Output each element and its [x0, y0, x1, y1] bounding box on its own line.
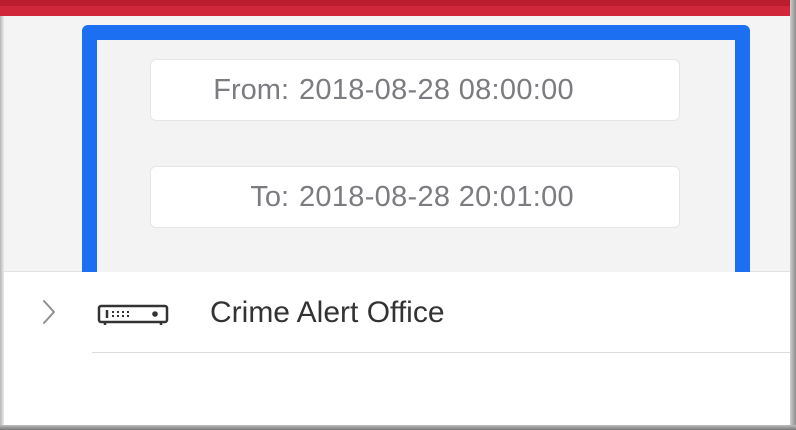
device-name[interactable]: Crime Alert Office [210, 294, 445, 332]
device-list-item[interactable]: Crime Alert Office [4, 272, 790, 352]
end-time-label: To: [250, 180, 289, 213]
start-time-field[interactable]: From: 2018-08-28 08:00:00 [150, 59, 680, 121]
chevron-right-icon[interactable] [42, 299, 56, 325]
right-edge-shadow [790, 0, 796, 430]
start-time-label: From: [213, 73, 289, 106]
row-divider [92, 352, 790, 353]
left-edge-shadow [0, 16, 4, 430]
time-range-highlight: From: 2018-08-28 08:00:00 To: 2018-08-28… [82, 25, 750, 291]
nvr-recorder-icon [97, 304, 169, 325]
end-time-value[interactable]: 2018-08-28 20:01:00 [299, 181, 574, 214]
start-time-value[interactable]: 2018-08-28 08:00:00 [299, 74, 574, 107]
bottom-edge-shadow [0, 425, 796, 430]
app-screen: From: 2018-08-28 08:00:00 To: 2018-08-28… [0, 0, 796, 430]
top-accent-bar-shade [0, 0, 790, 6]
end-time-field[interactable]: To: 2018-08-28 20:01:00 [150, 166, 680, 228]
